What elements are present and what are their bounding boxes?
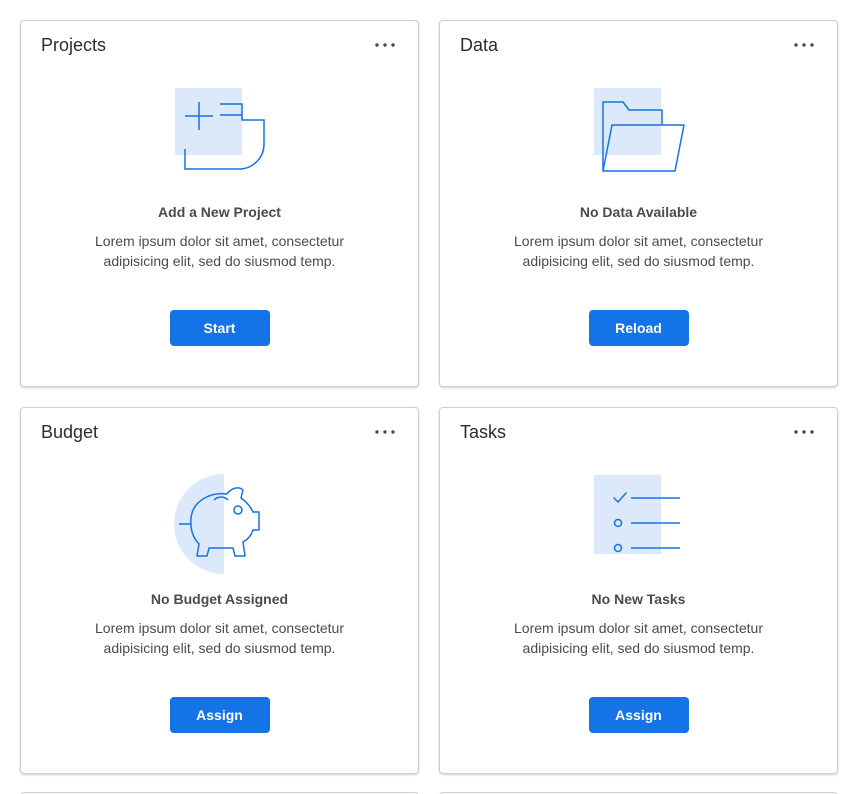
empty-state-description: Lorem ipsum dolor sit amet, consectetur … [95, 233, 344, 269]
reload-button[interactable]: Reload [588, 310, 689, 346]
assign-tasks-button[interactable]: Assign [588, 697, 689, 733]
start-button[interactable]: Start [169, 310, 270, 346]
budget-card: Budget No Budget Assigned Lorem ipsum do… [20, 407, 419, 774]
card-title: Data [460, 35, 499, 55]
empty-state-description: Lorem ipsum dolor sit amet, consectetur … [514, 233, 763, 269]
projects-card: Projects Add a New Project Lorem ipsum d… [20, 20, 419, 387]
empty-state-description: Lorem ipsum dolor sit amet, consectetur … [95, 620, 344, 656]
tasks-card: Tasks No New Tasks Lorem ipsum dolor sit… [439, 407, 838, 774]
assign-budget-button[interactable]: Assign [169, 697, 270, 733]
add-project-icon [174, 88, 265, 170]
empty-state-heading: No Budget Assigned [150, 591, 289, 607]
more-options-icon[interactable] [374, 422, 396, 442]
empty-state-heading: No Data Available [579, 204, 698, 220]
card-title: Tasks [460, 422, 507, 442]
more-options-icon[interactable] [793, 35, 815, 55]
more-options-icon[interactable] [793, 422, 815, 442]
piggy-bank-icon [173, 474, 260, 574]
empty-state-heading: No New Tasks [591, 591, 686, 607]
empty-state-heading: Add a New Project [158, 204, 281, 220]
more-options-icon[interactable] [374, 35, 396, 55]
card-title: Projects [41, 35, 107, 55]
empty-state-description: Lorem ipsum dolor sit amet, consectetur … [514, 620, 763, 656]
card-title: Budget [41, 422, 99, 442]
folder-icon [593, 88, 685, 172]
data-card: Data No Data Available Lorem ipsum dolor… [439, 20, 838, 387]
task-list-icon [593, 475, 680, 554]
card-grid: Projects Add a New Project Lorem ipsum d… [0, 0, 858, 794]
